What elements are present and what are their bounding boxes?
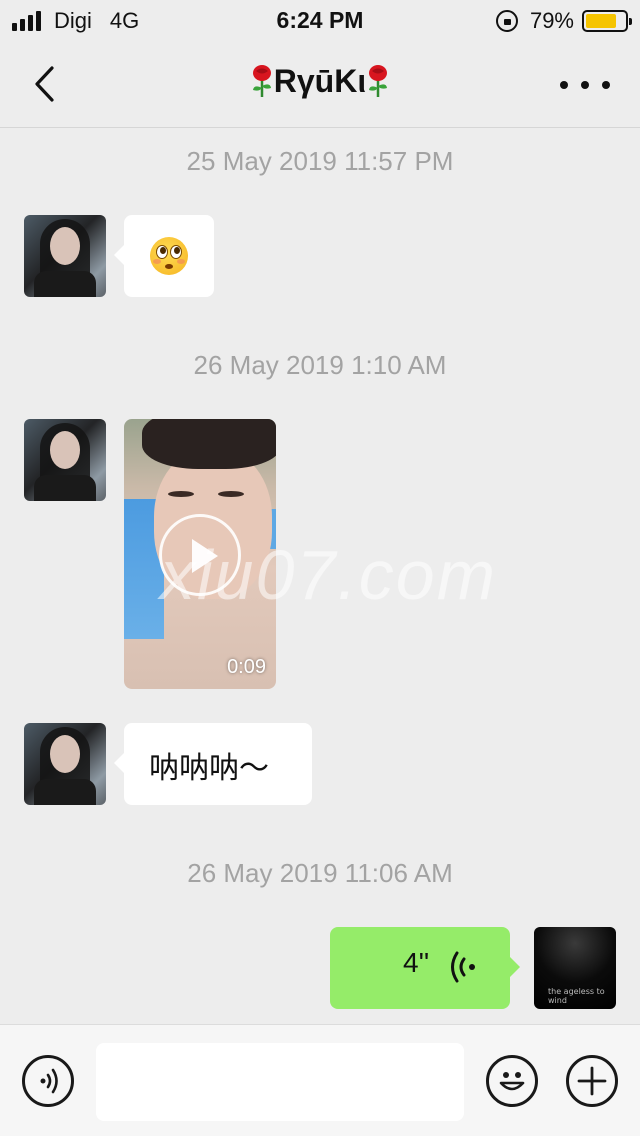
battery-fill xyxy=(586,14,617,28)
message-text: 呐呐呐～ xyxy=(149,751,269,786)
rose-icon xyxy=(252,65,271,97)
more-dot xyxy=(581,81,589,89)
orientation-lock-icon xyxy=(495,10,518,32)
emoji-message-bubble[interactable] xyxy=(114,215,214,297)
chat-title-text: RγūKι xyxy=(273,63,367,99)
plus-icon xyxy=(577,1066,607,1096)
voice-wave-icon xyxy=(451,951,475,983)
voice-mode-button[interactable] xyxy=(22,1055,74,1107)
status-bar: Digi 4G 6:24 PM 79% xyxy=(0,0,640,40)
rose-icon xyxy=(369,65,388,97)
more-dot xyxy=(602,81,610,89)
voice-duration: 4'' xyxy=(403,947,430,978)
smiley-icon xyxy=(499,1072,525,1091)
input-bar xyxy=(0,1024,640,1136)
timestamp: 25 May 2019 11:57 PM xyxy=(186,146,454,176)
voice-message-bubble[interactable]: 4'' xyxy=(330,927,520,1009)
contact-avatar[interactable] xyxy=(24,419,106,501)
flushed-face-emoji-icon xyxy=(150,237,188,275)
video-duration: 0:09 xyxy=(227,656,266,678)
emoji-button[interactable] xyxy=(486,1055,538,1107)
contact-avatar[interactable] xyxy=(24,215,106,297)
add-button[interactable] xyxy=(566,1055,618,1107)
contact-avatar[interactable] xyxy=(24,723,106,805)
text-message-bubble[interactable]: 呐呐呐～ xyxy=(114,723,312,805)
message-input[interactable] xyxy=(96,1043,464,1121)
self-avatar-text: the ageless to wind xyxy=(548,987,605,1005)
battery-icon xyxy=(582,10,632,32)
more-options-button[interactable] xyxy=(560,70,610,100)
battery-percent: 79% xyxy=(529,8,574,33)
status-right: 79% xyxy=(495,8,632,34)
chat-title: RγūKι xyxy=(0,63,640,100)
video-message[interactable]: 0:09 xyxy=(124,419,276,689)
timestamp: 26 May 2019 11:06 AM xyxy=(187,858,453,888)
self-avatar[interactable]: the ageless to wind xyxy=(534,927,616,1009)
more-dots-icon xyxy=(560,81,568,89)
chat-header: RγūKι xyxy=(0,40,640,128)
voice-mode-icon xyxy=(40,1068,58,1094)
timestamp: 26 May 2019 1:10 AM xyxy=(193,350,447,380)
play-icon[interactable] xyxy=(159,514,241,596)
